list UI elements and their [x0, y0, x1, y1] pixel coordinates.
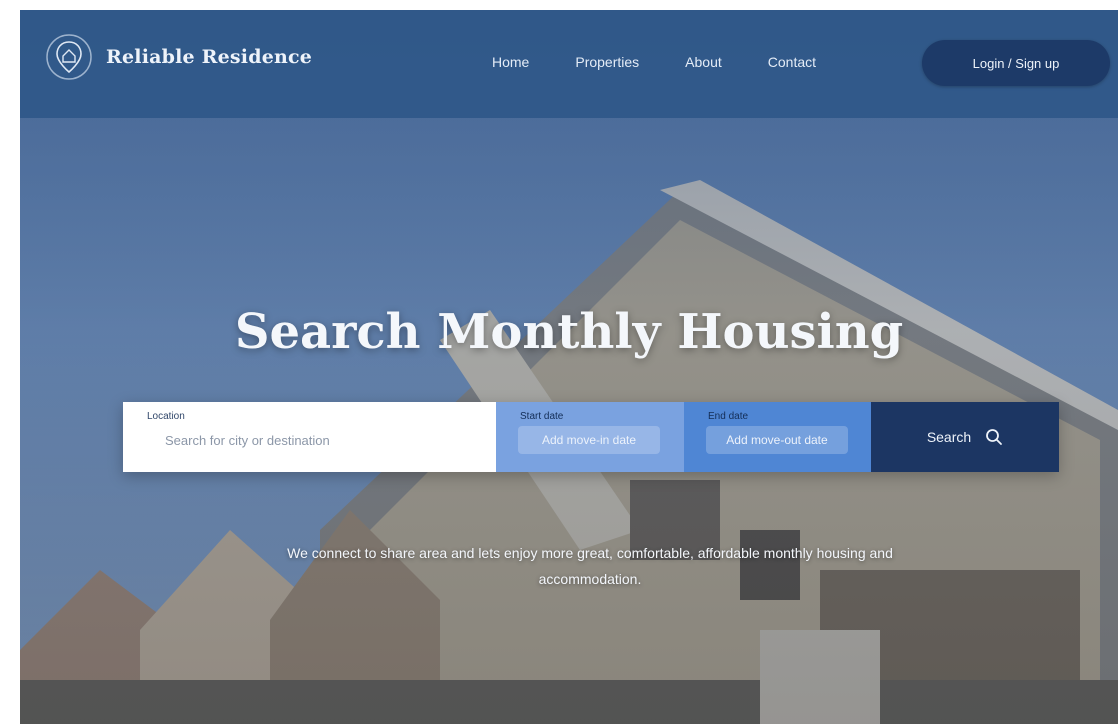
start-date-input[interactable]: Add move-in date: [518, 426, 660, 454]
search-button[interactable]: Search: [871, 402, 1059, 472]
house-pin-logo-icon: [46, 34, 92, 80]
location-label: Location: [147, 411, 185, 422]
login-signup-button[interactable]: Login / Sign up: [922, 40, 1110, 86]
location-input[interactable]: [163, 426, 467, 454]
search-button-label: Search: [926, 429, 972, 445]
start-date-field[interactable]: Start date Add move-in date: [496, 402, 684, 472]
end-date-input[interactable]: Add move-out date: [706, 426, 848, 454]
brand-logo-link[interactable]: Reliable Residence: [44, 32, 312, 82]
search-bar: Location Start date Add move-in date End…: [123, 402, 1059, 472]
page: Reliable Residence Home Properties About…: [20, 10, 1118, 724]
search-icon: [986, 429, 1003, 445]
location-field[interactable]: Location: [123, 402, 496, 472]
nav-home[interactable]: Home: [492, 54, 529, 70]
hero-title: Search Monthly Housing: [234, 304, 904, 361]
start-date-label: Start date: [520, 411, 564, 422]
nav-about[interactable]: About: [685, 54, 722, 70]
nav-properties[interactable]: Properties: [575, 54, 639, 70]
hero-tagline: We connect to share area and lets enjoy …: [287, 545, 893, 587]
main-nav: Home Properties About Contact: [492, 54, 816, 70]
site-header: Reliable Residence Home Properties About…: [20, 10, 1118, 118]
end-date-field[interactable]: End date Add move-out date: [684, 402, 871, 472]
nav-contact[interactable]: Contact: [768, 54, 816, 70]
brand-name: Reliable Residence: [106, 46, 313, 68]
end-date-label: End date: [708, 411, 749, 422]
